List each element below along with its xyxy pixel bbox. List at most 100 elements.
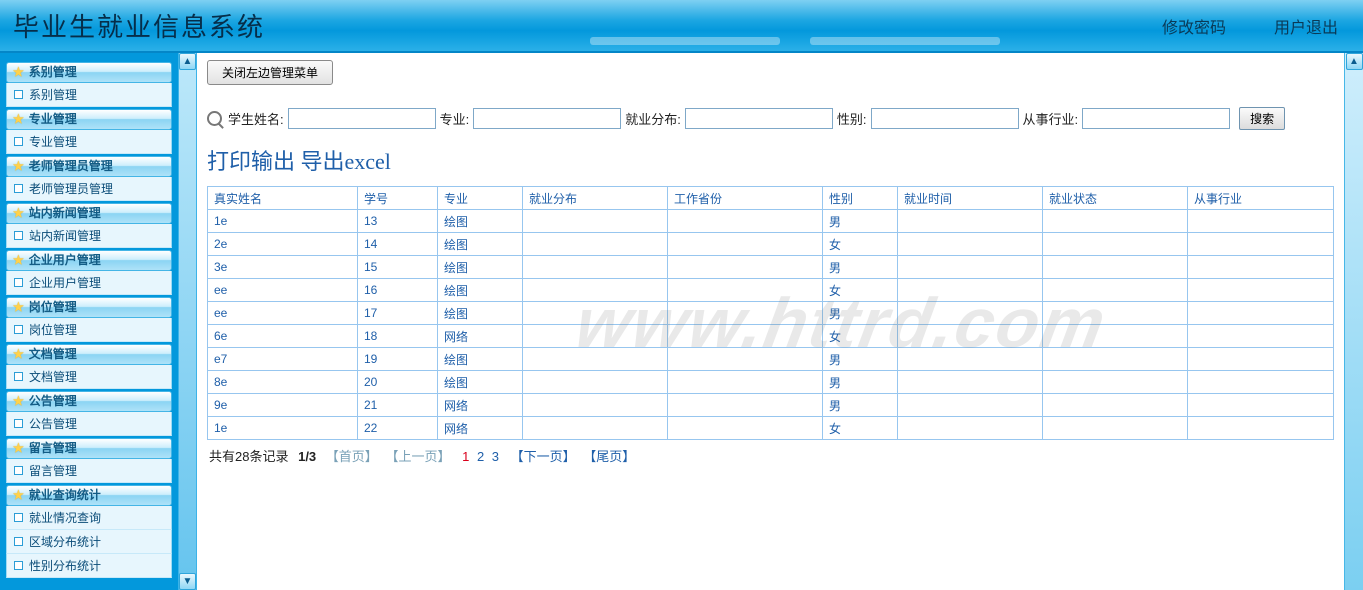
table-cell: 男 bbox=[823, 210, 898, 233]
scroll-down-button[interactable]: ▼ bbox=[179, 573, 196, 590]
table-row[interactable]: 3e15绘图男 bbox=[208, 256, 1334, 279]
table-cell bbox=[523, 348, 668, 371]
sidebar-group-header[interactable]: ★公告管理 bbox=[6, 391, 172, 412]
sidebar-group-header[interactable]: ★就业查询统计 bbox=[6, 485, 172, 506]
sidebar-group-header[interactable]: ★站内新闻管理 bbox=[6, 203, 172, 224]
table-cell: 8e bbox=[208, 371, 358, 394]
sidebar-group-header[interactable]: ★留言管理 bbox=[6, 438, 172, 459]
table-cell: 17 bbox=[358, 302, 438, 325]
close-sidebar-button[interactable]: 关闭左边管理菜单 bbox=[207, 60, 333, 85]
table-cell bbox=[1188, 302, 1334, 325]
square-icon bbox=[14, 278, 23, 287]
table-cell: 14 bbox=[358, 233, 438, 256]
sidebar-item[interactable]: 站内新闻管理 bbox=[6, 224, 172, 248]
table-cell: 13 bbox=[358, 210, 438, 233]
next-page-link[interactable]: 【下一页】 bbox=[511, 449, 576, 464]
table-cell bbox=[523, 279, 668, 302]
total-records: 共有28条记录 bbox=[209, 449, 288, 464]
sidebar-item[interactable]: 系别管理 bbox=[6, 83, 172, 107]
sidebar-item[interactable]: 留言管理 bbox=[6, 459, 172, 483]
label-major: 专业: bbox=[440, 109, 470, 128]
sidebar-item[interactable]: 就业情况查询 bbox=[6, 506, 172, 530]
star-icon: ★ bbox=[13, 156, 24, 177]
prev-page-link[interactable]: 【上一页】 bbox=[385, 449, 450, 464]
sidebar-group-header[interactable]: ★系别管理 bbox=[6, 62, 172, 83]
table-cell bbox=[1043, 302, 1188, 325]
table-cell: 女 bbox=[823, 233, 898, 256]
first-page-link[interactable]: 【首页】 bbox=[326, 449, 378, 464]
table-row[interactable]: 2e14绘图 女 bbox=[208, 233, 1334, 256]
table-row[interactable]: 1e22网络女 bbox=[208, 417, 1334, 440]
input-distribution[interactable] bbox=[685, 108, 833, 129]
table-row[interactable]: 6e18网络女 bbox=[208, 325, 1334, 348]
sidebar-group-label: 就业查询统计 bbox=[29, 485, 101, 506]
sidebar-item-label: 专业管理 bbox=[29, 130, 77, 154]
sidebar-item[interactable]: 公告管理 bbox=[6, 412, 172, 436]
table-cell bbox=[668, 279, 823, 302]
table-row[interactable]: 9e21网络男 bbox=[208, 394, 1334, 417]
page-3-link[interactable]: 3 bbox=[492, 449, 499, 464]
sidebar-item[interactable]: 性别分布统计 bbox=[6, 554, 172, 578]
table-row[interactable]: ee17绘图男 bbox=[208, 302, 1334, 325]
print-link[interactable]: 打印输出 bbox=[207, 149, 295, 174]
table-cell: 绘图 bbox=[438, 279, 523, 302]
sidebar-item[interactable]: 企业用户管理 bbox=[6, 271, 172, 295]
table-cell bbox=[1188, 256, 1334, 279]
table-cell: 绘图 bbox=[438, 233, 523, 256]
sidebar-group-header[interactable]: ★企业用户管理 bbox=[6, 250, 172, 271]
table-cell bbox=[898, 394, 1043, 417]
input-gender[interactable] bbox=[871, 108, 1019, 129]
square-icon bbox=[14, 537, 23, 546]
sidebar-group-header[interactable]: ★专业管理 bbox=[6, 109, 172, 130]
table-cell bbox=[668, 325, 823, 348]
sidebar-item-label: 公告管理 bbox=[29, 412, 77, 436]
change-password-link[interactable]: 修改密码 bbox=[1162, 14, 1226, 38]
sidebar-group-header[interactable]: ★岗位管理 bbox=[6, 297, 172, 318]
sidebar-item[interactable]: 老师管理员管理 bbox=[6, 177, 172, 201]
table-cell bbox=[1188, 210, 1334, 233]
table-row[interactable]: 8e20绘图男 bbox=[208, 371, 1334, 394]
table-cell bbox=[668, 233, 823, 256]
column-header: 就业时间 bbox=[898, 187, 1043, 210]
table-cell: 2e bbox=[208, 233, 358, 256]
search-button[interactable]: 搜索 bbox=[1239, 107, 1285, 130]
sidebar-group-header[interactable]: ★老师管理员管理 bbox=[6, 156, 172, 177]
table-cell bbox=[1043, 279, 1188, 302]
sidebar-item[interactable]: 区域分布统计 bbox=[6, 530, 172, 554]
logout-link[interactable]: 用户退出 bbox=[1274, 14, 1338, 38]
scroll-up-button[interactable]: ▲ bbox=[179, 53, 196, 70]
page-2-link[interactable]: 2 bbox=[477, 449, 484, 464]
table-cell: ee bbox=[208, 279, 358, 302]
content-scrollbar[interactable]: ▲ bbox=[1344, 53, 1363, 590]
export-excel-link[interactable]: 导出excel bbox=[301, 149, 391, 174]
table-cell bbox=[523, 417, 668, 440]
sidebar-item[interactable]: 岗位管理 bbox=[6, 318, 172, 342]
content-scroll-up-button[interactable]: ▲ bbox=[1346, 53, 1363, 70]
table-cell: 绘图 bbox=[438, 256, 523, 279]
square-icon bbox=[14, 137, 23, 146]
table-cell: 网络 bbox=[438, 417, 523, 440]
table-cell: 20 bbox=[358, 371, 438, 394]
page-1-link[interactable]: 1 bbox=[462, 449, 469, 464]
table-cell bbox=[1043, 233, 1188, 256]
table-row[interactable]: ee16绘图女 bbox=[208, 279, 1334, 302]
sidebar-item-label: 系别管理 bbox=[29, 83, 77, 107]
input-industry[interactable] bbox=[1082, 108, 1230, 129]
table-cell bbox=[898, 302, 1043, 325]
sidebar-item[interactable]: 文档管理 bbox=[6, 365, 172, 389]
sidebar-scrollbar[interactable]: ▲ ▼ bbox=[178, 53, 197, 590]
sidebar-item[interactable]: 专业管理 bbox=[6, 130, 172, 154]
table-cell: 绘图 bbox=[438, 210, 523, 233]
input-major[interactable] bbox=[473, 108, 621, 129]
sidebar-item-label: 企业用户管理 bbox=[29, 271, 101, 295]
last-page-link[interactable]: 【尾页】 bbox=[583, 449, 635, 464]
table-cell: 15 bbox=[358, 256, 438, 279]
sidebar-group-header[interactable]: ★文档管理 bbox=[6, 344, 172, 365]
table-row[interactable]: e719绘图男 bbox=[208, 348, 1334, 371]
table-cell: 3e bbox=[208, 256, 358, 279]
input-student-name[interactable] bbox=[288, 108, 436, 129]
table-cell: 21 bbox=[358, 394, 438, 417]
table-cell bbox=[1188, 325, 1334, 348]
star-icon: ★ bbox=[13, 250, 24, 271]
table-row[interactable]: 1e13绘图男 bbox=[208, 210, 1334, 233]
